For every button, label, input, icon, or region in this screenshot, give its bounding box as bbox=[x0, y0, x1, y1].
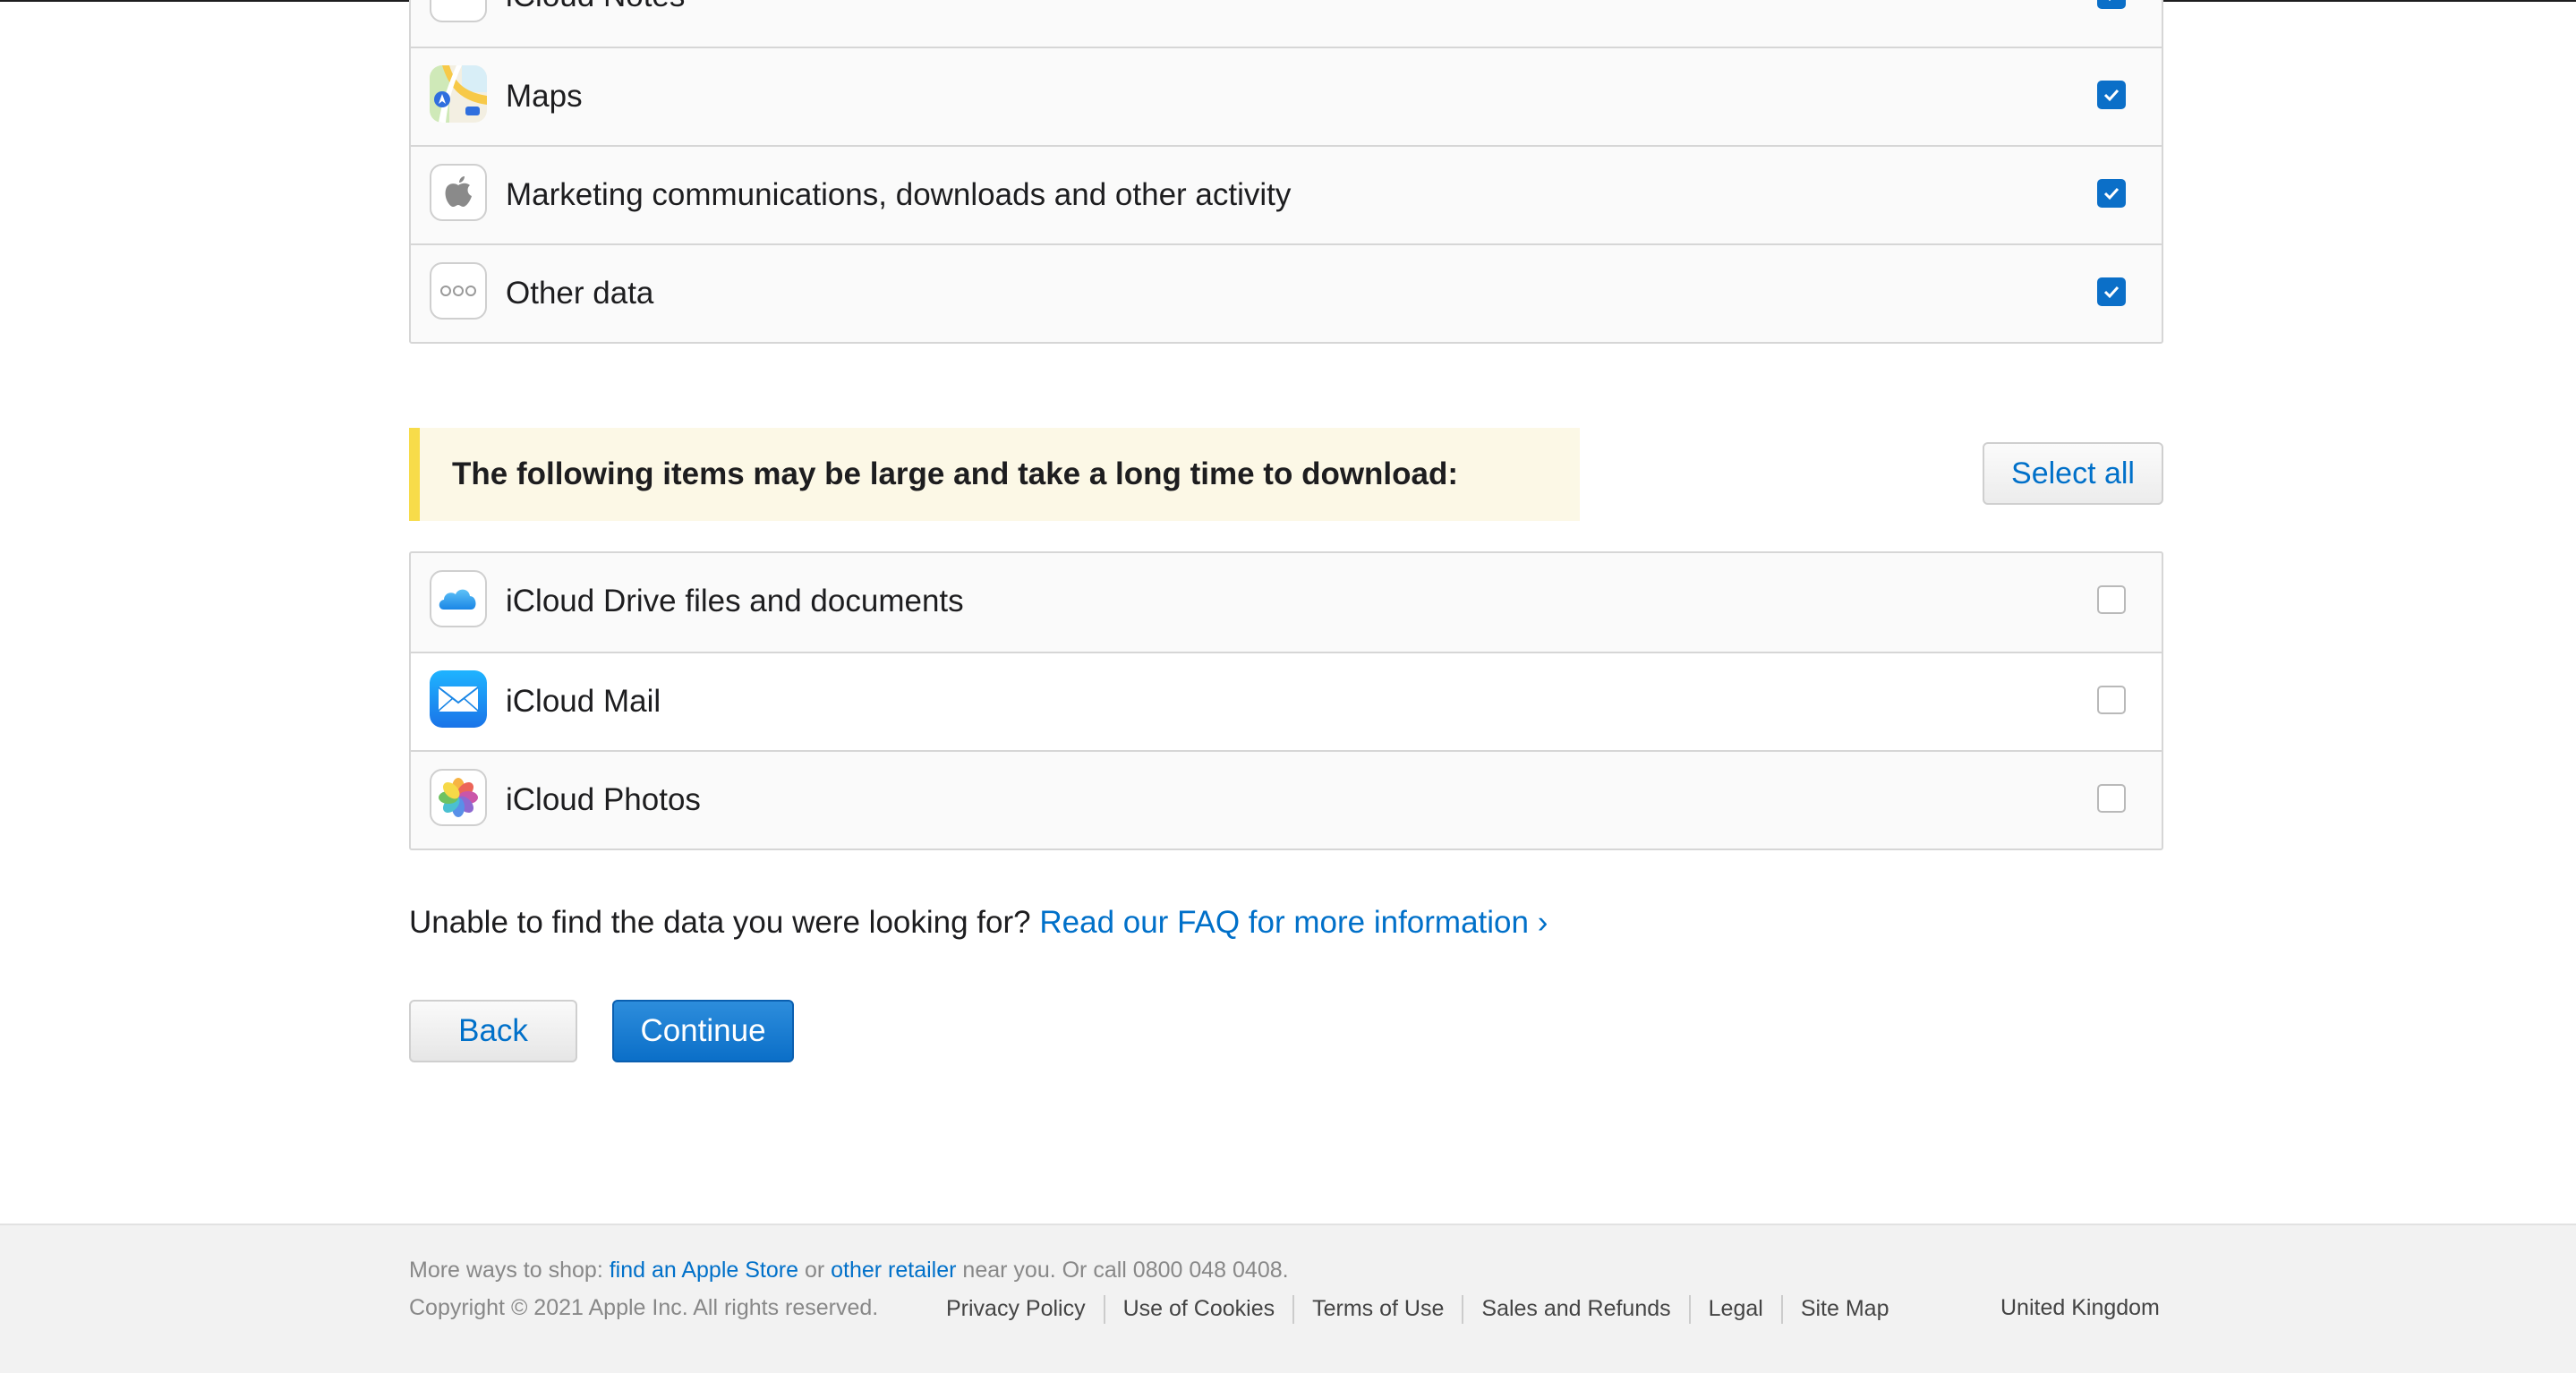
photos-icon bbox=[430, 769, 487, 826]
marketing-checkbox[interactable] bbox=[2097, 179, 2126, 208]
shop-line: More ways to shop: find an Apple Store o… bbox=[409, 1258, 1289, 1283]
apple-logo-icon bbox=[430, 164, 487, 221]
icloud-photos-checkbox[interactable] bbox=[2097, 784, 2126, 813]
select-all-button[interactable]: Select all bbox=[1983, 442, 2163, 505]
list-item-icloud-mail: iCloud Mail bbox=[411, 652, 2162, 750]
copyright: Copyright © 2021 Apple Inc. All rights r… bbox=[409, 1295, 879, 1320]
site-map-link[interactable]: Site Map bbox=[1783, 1296, 1907, 1321]
item-label: Marketing communications, downloads and … bbox=[506, 177, 1292, 212]
legal-link[interactable]: Legal bbox=[1691, 1296, 1781, 1321]
item-label: iCloud Drive files and documents bbox=[506, 584, 964, 618]
icloud-notes-checkbox[interactable] bbox=[2097, 0, 2126, 9]
list-item-icloud-notes: iCloud Notes bbox=[411, 0, 2162, 47]
large-items-notice: The following items may be large and tak… bbox=[409, 428, 1580, 521]
back-button[interactable]: Back bbox=[409, 1000, 577, 1062]
maps-checkbox[interactable] bbox=[2097, 81, 2126, 109]
use-of-cookies-link[interactable]: Use of Cookies bbox=[1105, 1296, 1293, 1321]
data-items-list: iCloud Notes Maps bbox=[409, 0, 2163, 344]
other-retailer-link[interactable]: other retailer bbox=[831, 1258, 956, 1283]
notice-text: The following items may be large and tak… bbox=[452, 456, 1459, 491]
shop-or: or bbox=[798, 1258, 832, 1283]
notes-icon bbox=[430, 0, 487, 22]
faq-link[interactable]: Read our FAQ for more information › bbox=[1039, 905, 1548, 940]
item-label: Other data bbox=[506, 276, 654, 311]
list-item-maps: Maps bbox=[411, 47, 2162, 145]
item-label: iCloud Mail bbox=[506, 684, 661, 719]
large-items-list: iCloud Drive files and documents iCloud … bbox=[409, 551, 2163, 850]
country-selector[interactable]: United Kingdom bbox=[2000, 1295, 2160, 1321]
terms-of-use-link[interactable]: Terms of Use bbox=[1294, 1296, 1462, 1321]
faq-line: Unable to find the data you were looking… bbox=[409, 900, 1548, 945]
item-label: Maps bbox=[506, 79, 583, 114]
continue-button[interactable]: Continue bbox=[612, 1000, 794, 1062]
maps-icon bbox=[430, 65, 487, 123]
mail-icon bbox=[430, 670, 487, 728]
sales-and-refunds-link[interactable]: Sales and Refunds bbox=[1463, 1296, 1688, 1321]
list-item-icloud-photos: iCloud Photos bbox=[411, 750, 2162, 849]
item-label: iCloud Photos bbox=[506, 782, 701, 817]
footer: More ways to shop: find an Apple Store o… bbox=[0, 1224, 2576, 1373]
list-item-other-data: Other data bbox=[411, 243, 2162, 342]
icloud-drive-icon bbox=[430, 570, 487, 627]
footer-links: Privacy Policy Use of Cookies Terms of Use… bbox=[946, 1295, 1907, 1324]
list-item-marketing: Marketing communications, downloads and … bbox=[411, 145, 2162, 243]
icloud-drive-checkbox[interactable] bbox=[2097, 585, 2126, 614]
privacy-policy-link[interactable]: Privacy Policy bbox=[946, 1296, 1104, 1321]
icloud-mail-checkbox[interactable] bbox=[2097, 686, 2126, 714]
find-apple-store-link[interactable]: find an Apple Store bbox=[610, 1258, 798, 1283]
item-label: iCloud Notes bbox=[506, 0, 685, 45]
ellipsis-icon bbox=[430, 262, 487, 320]
list-item-icloud-drive: iCloud Drive files and documents bbox=[411, 553, 2162, 652]
shop-prefix: More ways to shop: bbox=[409, 1258, 610, 1283]
shop-suffix: near you. Or call 0800 048 0408. bbox=[956, 1258, 1289, 1283]
faq-prompt: Unable to find the data you were looking… bbox=[409, 905, 1031, 940]
other-data-checkbox[interactable] bbox=[2097, 277, 2126, 306]
